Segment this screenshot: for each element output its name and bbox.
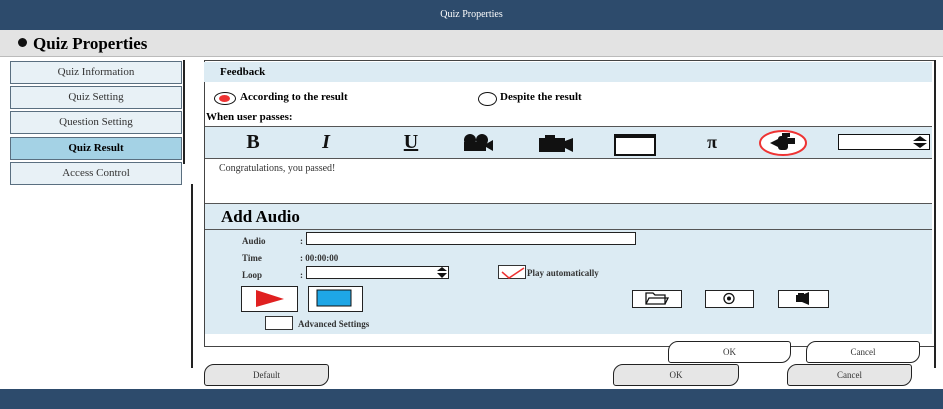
sidebar-item-quiz-setting[interactable]: Quiz Setting [10,86,182,109]
video-icon[interactable] [460,133,494,153]
loop-colon: : [300,270,303,280]
play-automatically-label: Play automatically [527,268,599,278]
play-button[interactable] [241,286,298,312]
sidebar-divider-bottom [191,184,193,368]
record-button[interactable] [705,290,754,308]
loop-stepper[interactable] [306,266,449,279]
status-bar [0,389,943,409]
loop-stepper-arrows-icon [437,267,447,278]
play-icon [256,290,284,307]
italic-icon[interactable]: I [311,126,341,159]
speaker-icon [796,292,809,305]
panel-right-border [934,60,936,368]
audio-icon[interactable] [758,130,808,156]
font-size-stepper[interactable] [838,134,930,150]
stop-button[interactable] [308,286,363,312]
page-title: Quiz Properties [0,30,943,57]
time-value: : 00:00:00 [300,253,339,263]
play-automatically-checkbox[interactable] [498,265,526,279]
inner-ok-button[interactable]: OK [668,341,791,363]
radio-despite-result-label: Despite the result [500,91,582,103]
loop-label: Loop [242,270,263,280]
when-user-passes-label: When user passes: [206,111,293,123]
inner-cancel-button[interactable]: Cancel [806,341,920,363]
window-title: Quiz Properties [0,0,943,30]
stop-icon [316,289,352,307]
folder-icon [645,292,670,305]
radio-according-to-result-label: According to the result [240,91,348,103]
radio-selected-dot [219,95,230,102]
bullet-icon [18,38,27,47]
audio-input[interactable] [306,232,636,245]
radio-despite-result[interactable] [478,92,497,106]
pi-icon[interactable]: π [700,126,724,159]
advanced-settings-label: Advanced Settings [298,319,370,329]
bold-icon[interactable]: B [238,126,268,159]
page-title-text: Quiz Properties [33,34,148,53]
ok-button[interactable]: OK [613,364,739,386]
radio-according-to-result[interactable] [214,92,236,105]
feedback-message-textarea[interactable]: Congratulations, you passed! [205,159,932,203]
time-label: Time [242,253,262,263]
open-folder-button[interactable] [632,290,682,308]
underline-icon[interactable]: U [396,126,426,159]
window-icon[interactable] [614,134,656,156]
default-button[interactable]: Default [204,364,329,386]
audio-colon: : [300,236,303,246]
sidebar-item-question-setting[interactable]: Question Setting [10,111,182,134]
camera-icon[interactable] [538,135,574,153]
speaker-button[interactable] [778,290,829,308]
add-audio-title: Add Audio [205,203,932,230]
sidebar-item-access-control[interactable]: Access Control [10,162,182,185]
sidebar-item-quiz-information[interactable]: Quiz Information [10,61,182,84]
sidebar-item-quiz-result[interactable]: Quiz Result [10,137,182,160]
cancel-button[interactable]: Cancel [787,364,912,386]
sidebar-divider-top [183,60,185,164]
checkmark-icon [501,267,525,279]
audio-label: Audio [242,236,266,246]
record-icon [723,292,735,305]
stepper-arrows-icon [913,136,927,148]
feedback-section-label: Feedback [204,62,932,82]
advanced-settings-checkbox[interactable] [265,316,293,330]
